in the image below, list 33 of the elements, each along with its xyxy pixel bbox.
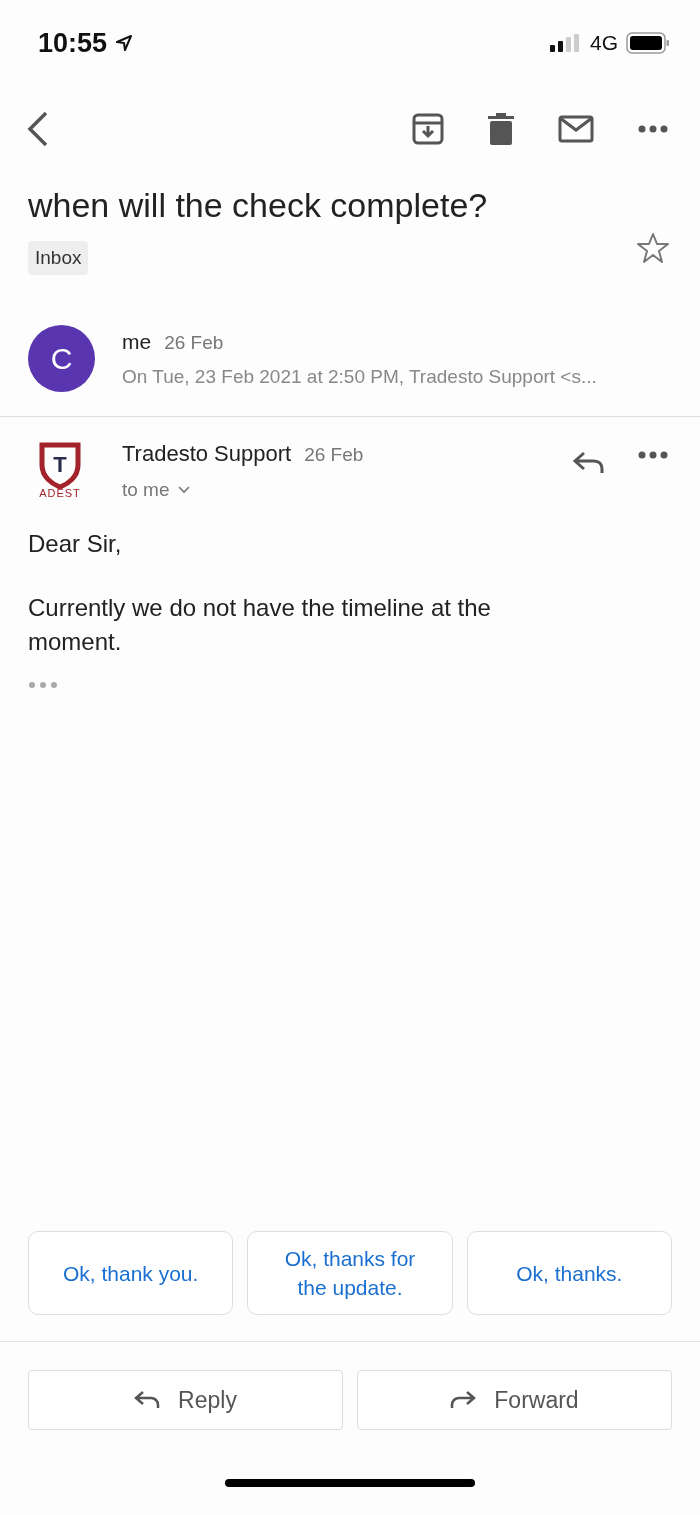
delete-button[interactable]	[486, 111, 516, 147]
message-date: 26 Feb	[304, 444, 364, 466]
sender-name: me	[122, 329, 152, 354]
message-text: Currently we do not have the timeline at the moment.	[28, 593, 492, 657]
smart-reply-button[interactable]: Ok, thanks.	[466, 1231, 672, 1315]
location-arrow-icon	[115, 34, 134, 52]
mark-unread-button[interactable]	[556, 113, 596, 145]
forward-button[interactable]: Forward	[357, 1370, 672, 1430]
message-text: Dear Sir,	[28, 529, 123, 559]
inbox-label: Inbox	[28, 241, 89, 275]
collapsed-message[interactable]: C me 26 Feb On Tue, 23 Feb 2021 at 2:50 PM, Tradesto Support <s...	[0, 275, 700, 417]
archive-button[interactable]	[410, 111, 446, 147]
message-snippet: On Tue, 23 Feb 2021 at 2:50 PM, Tradesto Support <s...	[122, 365, 598, 388]
more-button[interactable]	[636, 123, 670, 135]
network-type: 4G	[590, 31, 618, 55]
reply-button[interactable]: Reply	[28, 1370, 343, 1430]
signal-icon	[550, 34, 580, 52]
battery-icon	[626, 32, 670, 54]
smart-reply-button[interactable]: Ok, thanks for the update.	[247, 1231, 453, 1315]
forward-arrow-icon	[450, 1390, 477, 1410]
chevron-down-icon	[177, 486, 190, 494]
message-date: 26 Feb	[164, 331, 224, 354]
sender-avatar: C	[28, 325, 95, 392]
star-icon[interactable]	[636, 232, 670, 264]
email-subject: when will the check complete?	[28, 186, 489, 225]
sender-name: Tradesto Support	[122, 441, 292, 467]
recipient-dropdown[interactable]: to me	[122, 479, 190, 501]
status-time: 10:55	[38, 27, 108, 59]
logo-caption: ADEST	[39, 487, 81, 499]
more-button[interactable]	[636, 449, 670, 461]
shield-logo-icon: T	[38, 441, 82, 489]
smart-reply-button[interactable]: Ok, thank you.	[28, 1231, 234, 1315]
reply-arrow-icon	[134, 1390, 161, 1410]
